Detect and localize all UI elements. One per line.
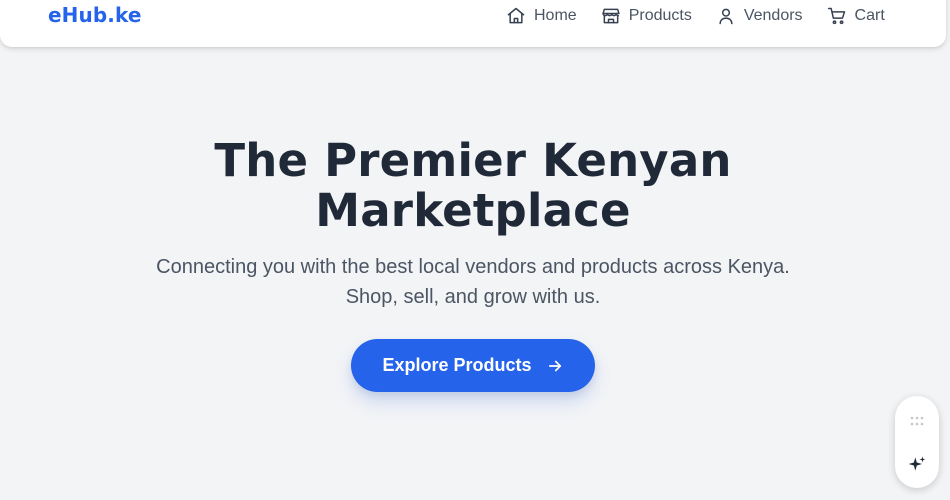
nav-products[interactable]: Products — [601, 6, 692, 26]
sparkle-icon — [908, 456, 926, 471]
hero-subtitle: Connecting you with the best local vendo… — [0, 252, 946, 312]
arrow-right-icon — [548, 360, 561, 371]
brand-logo[interactable]: eHub.ke — [48, 3, 141, 27]
nav-cart-label: Cart — [854, 7, 885, 24]
nav-cart[interactable]: Cart — [827, 6, 885, 26]
nav-products-label: Products — [628, 7, 692, 24]
hero-subtitle-line-2: Shop, sell, and grow with us. — [345, 286, 601, 308]
hero-subtitle-line-1: Connecting you with the best local vendo… — [156, 256, 790, 278]
user-icon — [716, 6, 744, 26]
drag-dots-icon[interactable] — [910, 416, 924, 426]
explore-products-button[interactable]: Explore Products — [351, 339, 595, 392]
nav-home-label: Home — [534, 7, 577, 24]
sparkle-button[interactable] — [905, 452, 929, 476]
hero-title-line-2: Marketplace — [315, 184, 631, 237]
nav-vendors[interactable]: Vendors — [716, 6, 803, 26]
store-icon — [601, 6, 629, 26]
main-nav: Home Products Vendors Cart — [506, 6, 885, 26]
hero-title: The Premier Kenyan Marketplace — [0, 136, 946, 236]
hero-title-line-1: The Premier Kenyan — [214, 134, 732, 187]
top-navbar: eHub.ke Home Products Vendors Cart — [0, 0, 946, 47]
explore-products-label: Explore Products — [382, 355, 532, 375]
nav-vendors-label: Vendors — [743, 7, 803, 24]
nav-home[interactable]: Home — [506, 6, 577, 26]
home-icon — [506, 6, 534, 26]
cart-icon — [827, 6, 855, 26]
page: eHub.ke Home Products Vendors Cart The P… — [0, 0, 950, 500]
floating-widget — [895, 396, 939, 488]
